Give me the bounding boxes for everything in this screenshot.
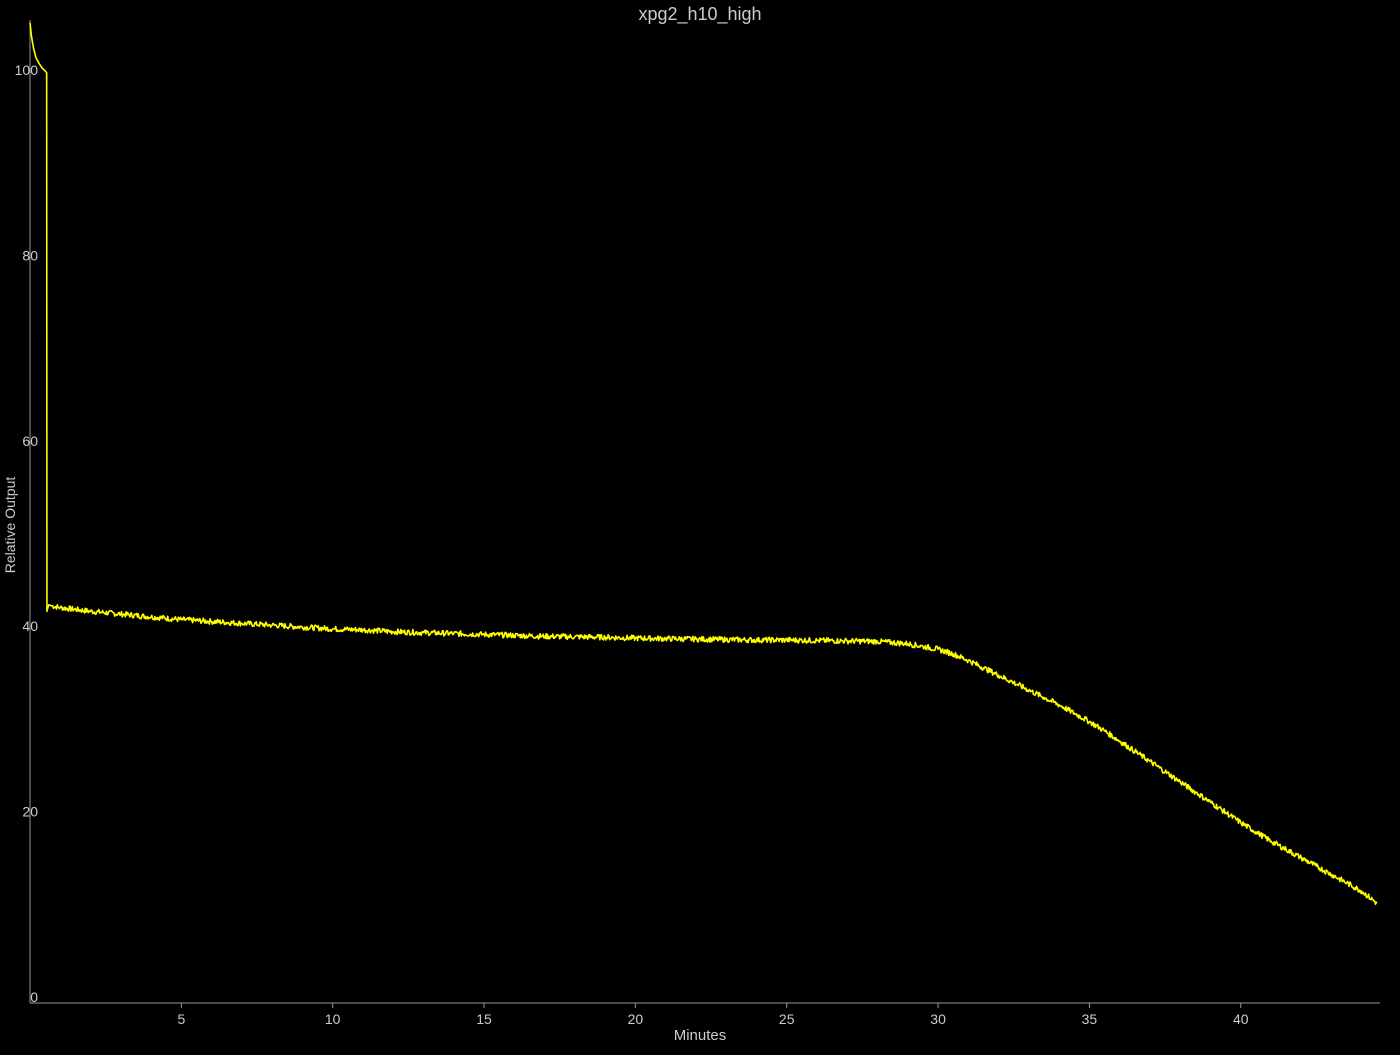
y-tick-label: 100 [15,62,39,78]
x-tick-label: 15 [476,1011,492,1027]
x-axis-label: Minutes [674,1027,727,1044]
y-axis-label: Relative Output [2,477,18,574]
y-tick-label: 20 [22,804,38,820]
series-layer [29,22,1378,905]
chart-container: xpg2_h10_high 5 10 15 20 25 30 35 40 0 20 40 60 80 10… [0,0,1400,1050]
x-tick-label: 40 [1233,1011,1249,1027]
x-tick-label: 25 [779,1011,795,1027]
chart-title: xpg2_h10_high [638,4,761,25]
line-chart: xpg2_h10_high 5 10 15 20 25 30 35 40 0 20 40 60 80 10… [2,4,1380,1044]
tick-labels: 5 10 15 20 25 30 35 40 0 20 40 60 80 100 [15,62,1249,1027]
axes [29,20,1380,1008]
y-tick-label: 60 [22,433,38,449]
y-tick-label: 80 [22,247,38,263]
x-tick-label: 35 [1082,1011,1098,1027]
y-tick-label: 0 [30,989,38,1005]
x-tick-label: 30 [930,1011,946,1027]
x-tick-label: 5 [177,1011,185,1027]
y-tick-label: 40 [22,618,38,634]
x-tick-label: 20 [628,1011,644,1027]
x-tick-label: 10 [325,1011,341,1027]
series-line [29,22,1378,905]
